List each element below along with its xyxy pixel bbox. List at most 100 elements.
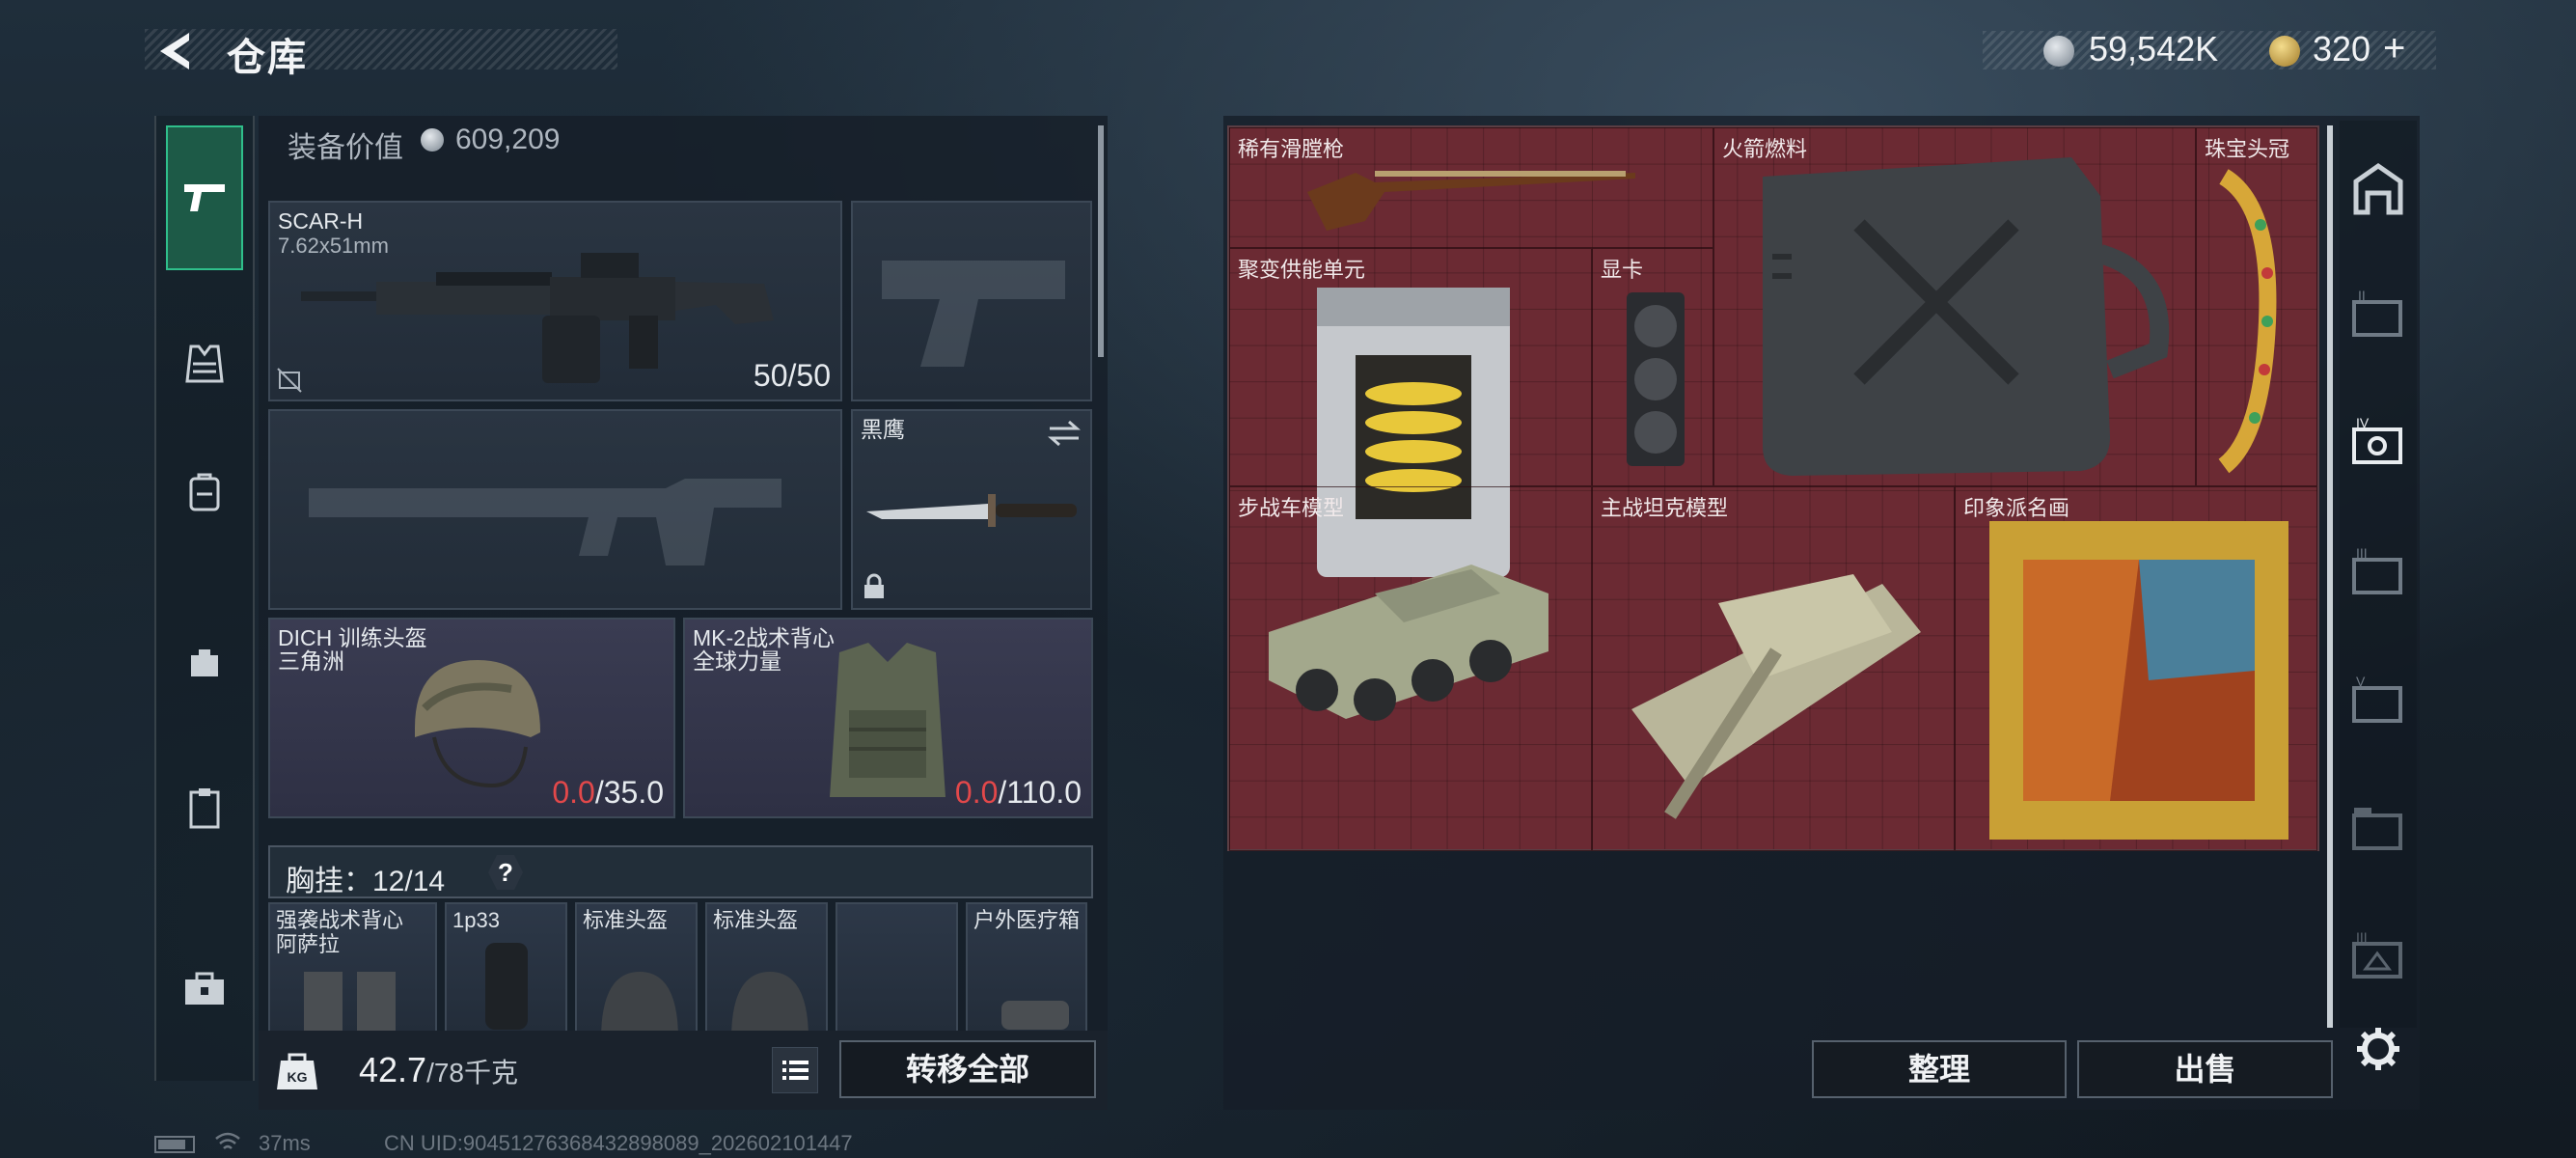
nav-consumables[interactable] [171,774,238,841]
stash-item[interactable]: 珠宝头冠 [2196,127,2317,486]
chest-item-empty[interactable] [836,902,958,1033]
knife-icon [866,494,1077,527]
rifle-icon [301,253,774,383]
vest-icon [830,643,945,797]
item-name: 显卡 [1601,258,1644,282]
helmet-icon [601,972,678,1031]
nav-weapons[interactable] [166,125,243,270]
stash-item[interactable]: 显卡 [1592,248,1713,486]
stash-tab-7-icon[interactable]: III [2344,924,2412,992]
nav-backpack[interactable] [171,458,238,526]
chest-rig-header[interactable]: 胸挂：12/14 ? [268,845,1093,898]
nav-armor[interactable] [171,330,238,398]
wifi-icon [215,1132,240,1149]
melee-slot[interactable]: 黑鹰 [851,409,1092,610]
sort-button[interactable]: 整理 [1812,1040,2067,1098]
pistol-slot[interactable] [851,201,1092,401]
primary-weapon-slot[interactable]: SCAR-H 7.62x51mm 50/50 [268,201,842,401]
stash-item[interactable]: 火箭燃料 [1713,127,2196,486]
chest-item-name: 强袭战术背心 阿萨拉 [276,908,404,956]
helmet-faction: 三角洲 [278,648,344,674]
chest-item[interactable]: 标准头盔 [575,902,698,1033]
nav-bag[interactable] [171,627,238,695]
armor-faction: 全球力量 [693,648,781,674]
vest-icon [185,345,224,383]
list-view-button[interactable] [772,1047,818,1093]
transfer-all-button[interactable]: 转移全部 [839,1040,1096,1098]
page-title: 仓库 [227,37,308,79]
graphics-card-icon [1627,292,1685,466]
back-arrow-icon[interactable] [152,27,201,75]
silver-coin-icon [421,128,444,152]
nav-medical[interactable] [171,955,238,1023]
medkit-icon [1001,1001,1069,1030]
toolbox-icon [185,972,224,1005]
list-icon [782,1061,808,1080]
stash-tab-main-icon[interactable] [2344,156,2412,224]
stash-item[interactable]: 稀有滑膛枪 [1229,127,1713,248]
battery-icon [154,1136,195,1153]
painting-icon [1989,521,2288,840]
silver-coin-icon [2043,36,2074,67]
helmet-durability: 0.0/35.0 [552,775,664,810]
svg-text:IV: IV [2356,415,2370,430]
stash-tab-2-icon[interactable]: II [2344,283,2412,350]
title-bar [145,29,617,69]
chest-item-name: 1p33 [452,908,500,932]
armor-slot[interactable]: MK-2战术背心 全球力量 0.0/110.0 [683,618,1093,818]
stash-item[interactable]: 聚变供能单元 [1229,248,1592,577]
weight-display: 42.7/78千克 [359,1050,519,1089]
chest-item[interactable]: 户外医疗箱 [966,902,1087,1033]
chest-item[interactable]: 1p33 [445,902,567,1033]
clipboard-icon [189,788,220,829]
stash-item[interactable]: 步战车模型 [1229,486,1592,851]
armor-name: MK-2战术背心 [693,625,835,650]
stash-tab-3-icon[interactable]: III [2344,540,2412,608]
currency-silver-value: 59,542K [2089,29,2219,69]
lock-icon [864,573,884,598]
svg-text:II: II [2358,288,2366,303]
stash-item[interactable]: 印象派名画 [1955,486,2317,851]
stash-tab-4-icon[interactable]: IV [2344,410,2412,478]
ifv-model-icon [1269,565,1548,721]
chest-item-name: 标准头盔 [713,908,799,932]
chest-item[interactable]: 标准头盔 [705,902,828,1033]
chest-item-name: 标准头盔 [583,908,669,932]
tank-model-icon [1631,574,1921,819]
svg-text:V: V [2356,674,2366,689]
secondary-weapon-slot[interactable] [268,409,842,610]
stash-scrollbar[interactable] [2327,125,2333,1028]
loadout-scrollbar[interactable] [1098,125,1104,357]
add-currency-button[interactable]: + [2383,27,2405,70]
stash-item[interactable]: 主战坦克模型 [1592,486,1955,851]
ping: 37ms [259,1131,311,1155]
uid-text: CN UID:9045127636843289808​9_20260210144… [384,1131,853,1155]
gun-icon [184,184,225,211]
stash-grid: 稀有滑膛枪 火箭燃料 珠宝头冠 聚变供能单元 显卡 主战坦克模型 印象派名画 步… [1227,125,2319,851]
svg-text:KG: KG [288,1069,308,1085]
helmet-slot[interactable]: DICH 训练头盔 三角洲 0.0/35.0 [268,618,675,818]
left-category-nav [154,116,255,1081]
helmet-icon [731,972,808,1031]
sell-button[interactable]: 出售 [2077,1040,2333,1098]
helmet-icon [415,660,540,788]
help-icon[interactable]: ? [488,855,523,890]
chest-item[interactable]: 强袭战术背心 阿萨拉 [268,902,437,1033]
device-icon [485,943,528,1030]
swap-icon[interactable] [1048,419,1081,448]
stash-tab-6-icon[interactable] [2344,796,2412,864]
chest-rig-label: 胸挂：12/14 [286,866,446,897]
musket-icon [1307,171,1635,231]
jerrycan-icon [1763,157,2170,476]
unbound-icon [277,368,302,393]
item-name: 珠宝头冠 [2205,137,2290,161]
settings-gear-icon[interactable] [2354,1025,2402,1073]
stash-tab-5-icon[interactable]: V [2344,669,2412,736]
armor-durability: 0.0/110.0 [954,775,1082,810]
pistol-silhouette-icon [882,261,1065,367]
item-name: 主战坦克模型 [1601,496,1729,520]
weight-icon: KG [277,1053,317,1089]
backpack-icon [189,473,220,511]
ammo-count: 50/50 [753,358,831,393]
item-name: 步战车模型 [1238,496,1345,520]
